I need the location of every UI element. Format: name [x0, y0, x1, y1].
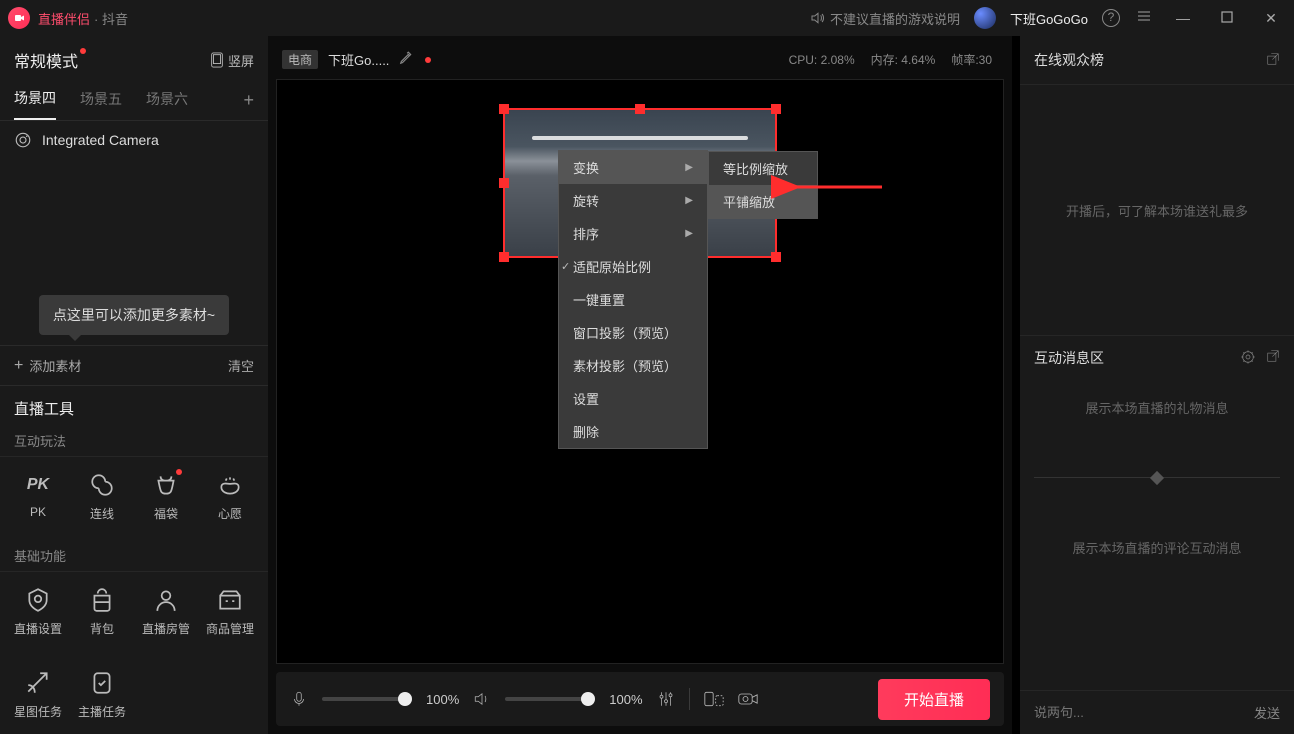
right-panel: 在线观众榜 开播后，可了解本场谁送礼最多 互动消息区 展示本场直播的礼物消息 展…: [1020, 36, 1294, 734]
send-button[interactable]: 发送: [1254, 703, 1280, 722]
brand-text: 直播伴侣: [38, 9, 90, 28]
left-sidebar: 常规模式 竖屏 场景四 场景五 场景六 + Integrated Camera …: [0, 36, 268, 734]
mic-volume-value: 100%: [426, 692, 459, 707]
preview-canvas[interactable]: 变换▶ 等比例缩放 平铺缩放 旋转▶ 排序▶ ✓适配原始比例 一键重置 窗口投影…: [276, 79, 1004, 664]
speaker-icon: [810, 10, 826, 26]
link-icon: [88, 471, 116, 499]
speaker-volume-value: 100%: [609, 692, 642, 707]
gift-msg-placeholder: 展示本场直播的礼物消息: [1085, 398, 1228, 417]
chat-popout-icon[interactable]: [1266, 349, 1280, 368]
tool-pk[interactable]: PK PK: [6, 467, 70, 526]
tool-wish[interactable]: 心愿: [198, 467, 262, 526]
scene-tabs: 场景四 场景五 场景六 +: [0, 80, 268, 121]
mode-label[interactable]: 常规模式: [14, 48, 86, 72]
mem-stat: 内存: 4.64%: [871, 51, 936, 68]
tool-products[interactable]: 商品管理: [198, 582, 262, 641]
user-avatar[interactable]: [974, 7, 996, 29]
mic-icon[interactable]: [290, 690, 308, 708]
backpack-icon: [88, 586, 116, 614]
popout-icon[interactable]: [1266, 52, 1280, 69]
titlebar: 直播伴侣 · 抖音 不建议直播的游戏说明 下班GoGoGo ? — ✕: [0, 0, 1294, 36]
tools-title: 直播工具: [0, 386, 268, 425]
ctx-source-proj[interactable]: 素材投影（预览）: [559, 349, 707, 382]
source-label: Integrated Camera: [42, 132, 159, 148]
audience-panel-title: 在线观众榜: [1034, 50, 1104, 70]
ctx-scale-tile[interactable]: 平铺缩放: [709, 185, 817, 218]
record-icon[interactable]: [738, 691, 758, 707]
clear-sources-button[interactable]: 清空: [228, 356, 254, 375]
source-item-camera[interactable]: Integrated Camera: [0, 121, 268, 159]
add-source-button[interactable]: + 添加素材: [14, 356, 81, 375]
minimize-button[interactable]: —: [1168, 10, 1198, 26]
pk-icon: PK: [24, 471, 52, 499]
ctx-scale-fit[interactable]: 等比例缩放: [709, 152, 817, 185]
notice-link[interactable]: 不建议直播的游戏说明: [810, 9, 960, 28]
scene-tab-5[interactable]: 场景五: [80, 81, 122, 119]
chat-settings-icon[interactable]: [1240, 349, 1256, 368]
ctx-settings[interactable]: 设置: [559, 382, 707, 415]
wish-icon: [216, 471, 244, 499]
bottom-control-bar: 100% 100% 开始直播: [276, 672, 1004, 726]
orientation-toggle[interactable]: 竖屏: [210, 51, 254, 70]
ctx-reset[interactable]: 一键重置: [559, 283, 707, 316]
close-button[interactable]: ✕: [1256, 10, 1286, 27]
tool-link[interactable]: 连线: [70, 467, 134, 526]
tool-bag[interactable]: 福袋: [134, 467, 198, 526]
speaker-volume-slider[interactable]: [505, 697, 595, 701]
audience-panel-body: 开播后，可了解本场谁送礼最多: [1020, 85, 1294, 335]
chat-separator: [1034, 477, 1280, 478]
interact-head: 互动玩法: [0, 425, 268, 457]
chat-panel-body: 展示本场直播的礼物消息 展示本场直播的评论互动消息: [1020, 380, 1294, 690]
username[interactable]: 下班GoGoGo: [1010, 9, 1088, 28]
tool-moderator[interactable]: 直播房管: [134, 582, 198, 641]
tool-host-task[interactable]: 主播任务: [70, 665, 134, 724]
tool-settings[interactable]: 直播设置: [6, 582, 70, 641]
mic-volume-slider[interactable]: [322, 697, 412, 701]
basic-head: 基础功能: [0, 540, 268, 572]
chat-input[interactable]: [1034, 705, 1244, 720]
context-menu: 变换▶ 等比例缩放 平铺缩放 旋转▶ 排序▶ ✓适配原始比例 一键重置 窗口投影…: [558, 150, 708, 449]
maximize-button[interactable]: [1212, 10, 1242, 26]
notice-text: 不建议直播的游戏说明: [830, 9, 960, 28]
products-icon: [216, 586, 244, 614]
cpu-stat: CPU: 2.08%: [789, 53, 855, 67]
fps-stat: 帧率:30: [951, 51, 992, 68]
scene-tab-6[interactable]: 场景六: [146, 81, 188, 119]
app-logo: [8, 7, 30, 29]
add-scene-button[interactable]: +: [212, 90, 254, 111]
stream-title: 下班Go.....: [328, 50, 389, 69]
ctx-window-proj[interactable]: 窗口投影（预览）: [559, 316, 707, 349]
mixer-icon[interactable]: [657, 690, 675, 708]
start-live-button[interactable]: 开始直播: [878, 679, 990, 720]
edit-title-icon[interactable]: [399, 51, 413, 68]
chat-panel-title: 互动消息区: [1034, 348, 1104, 368]
stream-tag: 电商: [282, 50, 318, 69]
bag-icon: [152, 471, 180, 499]
ctx-rotate[interactable]: 旋转▶: [559, 184, 707, 217]
ctx-order[interactable]: 排序▶: [559, 217, 707, 250]
speaker-out-icon[interactable]: [473, 690, 491, 708]
moderator-icon: [152, 586, 180, 614]
tool-star-task[interactable]: 星图任务: [6, 665, 70, 724]
ctx-transform[interactable]: 变换▶ 等比例缩放 平铺缩放: [559, 151, 707, 184]
add-source-tip: 点这里可以添加更多素材~: [39, 295, 229, 335]
ctx-fit-original[interactable]: ✓适配原始比例: [559, 250, 707, 283]
host-task-icon: [88, 669, 116, 697]
ctx-transform-submenu: 等比例缩放 平铺缩放: [708, 151, 818, 219]
center-stage: 电商 下班Go..... CPU: 2.08% 内存: 4.64% 帧率:30: [268, 36, 1012, 734]
chat-msg-placeholder: 展示本场直播的评论互动消息: [1072, 538, 1241, 557]
subbrand-text: · 抖音: [94, 9, 128, 28]
tool-backpack[interactable]: 背包: [70, 582, 134, 641]
orientation-icon: [210, 52, 224, 68]
settings-icon: [24, 586, 52, 614]
help-icon[interactable]: ?: [1102, 9, 1120, 27]
layout-icon[interactable]: [704, 691, 724, 707]
scene-tab-4[interactable]: 场景四: [14, 80, 56, 120]
camera-icon: [14, 131, 32, 149]
star-task-icon: [24, 669, 52, 697]
menu-icon[interactable]: [1134, 8, 1154, 29]
ctx-delete[interactable]: 删除: [559, 415, 707, 448]
